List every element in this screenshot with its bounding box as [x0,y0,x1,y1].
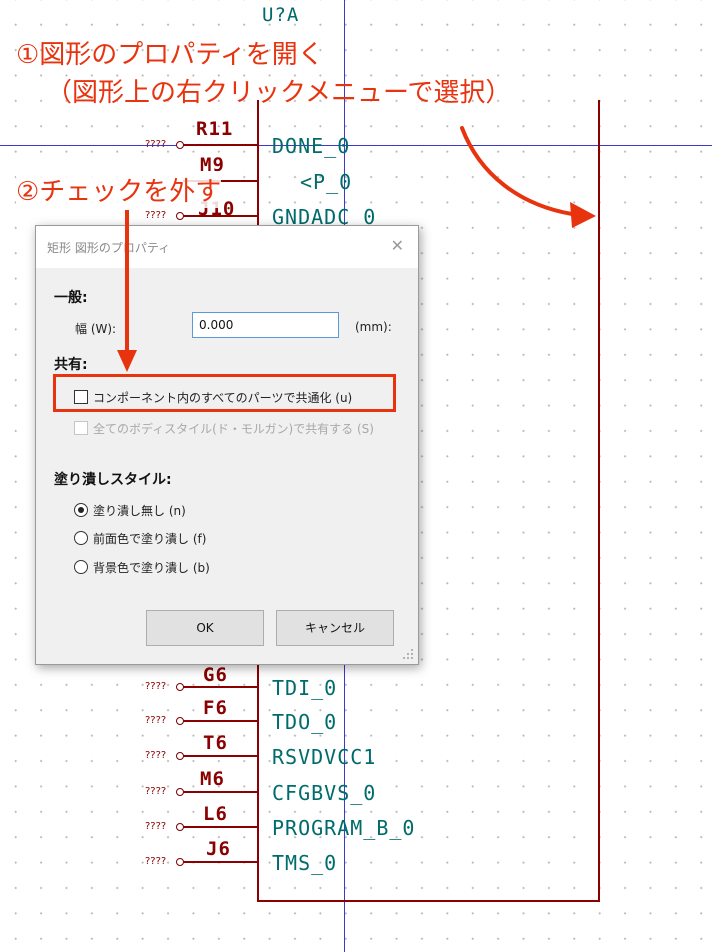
down-arrow-icon [117,210,137,372]
